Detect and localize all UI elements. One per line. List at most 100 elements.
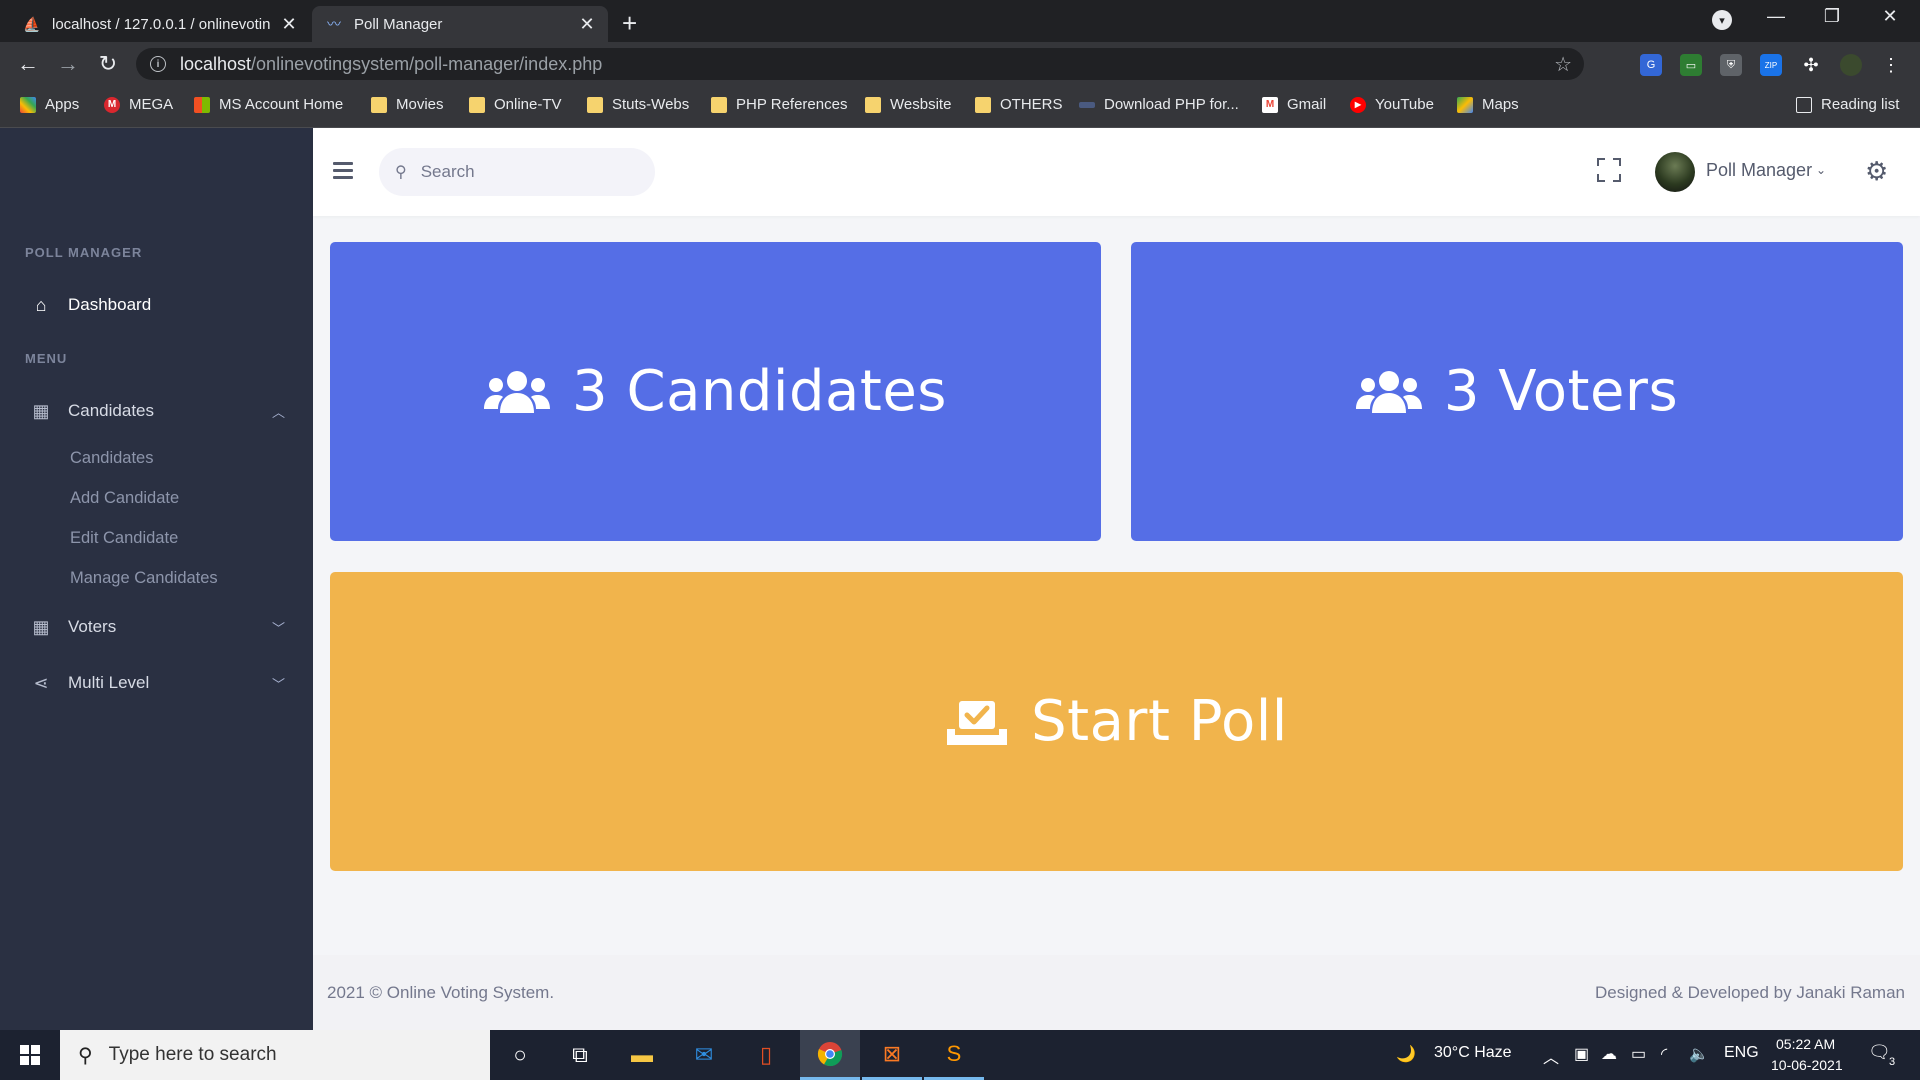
reading-list-button[interactable]: Reading list [1796,96,1899,113]
clock-time[interactable]: 05:22 AM [1776,1036,1835,1052]
bookmark-ms-account[interactable]: MS Account Home [194,96,343,113]
office-icon[interactable]: ▯ [736,1030,796,1080]
bookmark-label: Download PHP for... [1104,96,1239,113]
copyright-text: 2021 © Online Voting System. [327,983,555,1002]
reload-icon[interactable]: ↻ [94,50,122,78]
weather-text[interactable]: 30°C Haze [1434,1044,1512,1062]
language-indicator[interactable]: ENG [1724,1044,1759,1062]
new-tab-icon[interactable]: + [622,8,637,39]
bookmark-maps[interactable]: Maps [1457,96,1519,113]
address-bar[interactable]: i localhost/onlinevotingsystem/poll-mana… [136,48,1584,80]
taskbar-search-box[interactable]: ⚲ Type here to search [60,1030,490,1080]
back-icon[interactable]: ← [14,50,42,78]
extensions-puzzle-icon[interactable]: ✣ [1800,54,1822,76]
restore-icon[interactable]: ❐ [1812,6,1852,27]
chevron-up-icon[interactable]: ︿ [1543,1044,1559,1068]
sublime-text-icon[interactable]: S [924,1030,984,1080]
browser-tab-strip: ⛵ localhost / 127.0.0.1 / onlinevotin ✕ … [0,0,1920,42]
weather-moon-icon: 🌙 [1396,1046,1416,1063]
notifications-icon[interactable]: 🗨 [1868,1042,1891,1063]
bookmark-youtube[interactable]: ▶ YouTube [1350,96,1434,113]
close-tab-icon[interactable]: ✕ [578,14,596,35]
apps-grid-icon [20,96,36,113]
users-icon [1355,370,1422,413]
sidebar-item-label: Voters [68,617,117,636]
submenu-edit-candidate[interactable]: Edit Candidate [70,529,178,548]
chevron-down-icon[interactable]: ⌄ [1816,163,1826,177]
volume-icon[interactable]: 🔈 [1689,1044,1709,1064]
site-favicon-icon: 〰 [327,16,341,32]
close-tab-icon[interactable]: ✕ [280,14,298,35]
sidebar-menu-title: MENU [25,351,68,366]
folder-icon [975,96,991,113]
file-explorer-icon[interactable]: ▬ [612,1030,672,1080]
submenu-manage-candidates[interactable]: Manage Candidates [70,569,218,588]
battery-icon[interactable]: ▭ [1631,1044,1646,1064]
clock-date[interactable]: 10-06-2021 [1771,1057,1843,1073]
sidebar-item-label: Multi Level [68,673,150,692]
bookmark-movies[interactable]: Movies [371,96,444,113]
sidebar-item-dashboard[interactable]: ⌂ Dashboard [30,294,285,316]
bookmark-download-php[interactable]: Download PHP for... [1079,96,1239,113]
vote-box-icon [947,700,1008,745]
close-window-icon[interactable]: ✕ [1870,6,1910,27]
browser-toolbar: ← → ↻ i localhost/onlinevotingsystem/pol… [0,42,1920,86]
avatar[interactable] [1655,152,1695,192]
screen-extension-icon[interactable]: ▭ [1680,54,1702,76]
xampp-icon[interactable]: ⊠ [862,1030,922,1080]
onedrive-icon[interactable]: ☁ [1601,1044,1617,1064]
minimize-icon[interactable]: — [1756,6,1796,27]
sidebar-item-multi-level[interactable]: ⋖ Multi Level ﹀ [30,672,285,694]
site-info-icon[interactable]: i [150,56,166,72]
chrome-menu-icon[interactable]: ⋮ [1880,54,1902,76]
search-icon: ⚲ [395,164,407,181]
taskbar-search-placeholder: Type here to search [108,1044,277,1065]
hamburger-menu-icon[interactable] [333,162,353,179]
browser-tab-poll-manager[interactable]: 〰 Poll Manager ✕ [312,6,608,42]
submenu-add-candidate[interactable]: Add Candidate [70,489,179,508]
shield-extension-icon[interactable]: ⛨ [1720,54,1742,76]
zip-extension-icon[interactable]: ZIP [1760,54,1782,76]
bookmark-php-references[interactable]: PHP References [711,96,847,113]
tab-title: Poll Manager [354,15,443,33]
start-poll-button[interactable]: Start Poll [330,572,1903,871]
browser-tab-phpmyadmin[interactable]: ⛵ localhost / 127.0.0.1 / onlinevotin ✕ [10,6,310,42]
bookmark-label: Movies [396,96,444,113]
notification-count: 3 [1889,1056,1896,1068]
mail-icon[interactable]: ✉ [674,1030,734,1080]
maps-icon [1457,96,1473,113]
bookmark-mega[interactable]: M MEGA [104,96,173,113]
bookmark-label: Online-TV [494,96,562,113]
bookmark-gmail[interactable]: M Gmail [1262,96,1326,113]
bookmark-stuts-webs[interactable]: Stuts-Webs [587,96,689,113]
bookmark-others[interactable]: OTHERS [975,96,1063,113]
profile-avatar-icon[interactable] [1840,54,1862,76]
user-name[interactable]: Poll Manager [1706,160,1812,181]
fullscreen-icon[interactable] [1597,158,1621,182]
home-icon: ⌂ [35,294,47,315]
bookmark-online-tv[interactable]: Online-TV [469,96,562,113]
chevron-down-icon: ﹀ [271,676,285,692]
wifi-icon[interactable]: ◜ [1661,1044,1667,1064]
sidebar-item-candidates[interactable]: ▦ Candidates ︿ [30,400,285,422]
page-header: ⚲ Poll Manager ⌄ ⚙ [313,128,1920,216]
candidates-card[interactable]: 3 Candidates [330,242,1101,541]
meet-now-icon[interactable]: ▣ [1574,1044,1589,1064]
chrome-taskbar-icon[interactable] [800,1030,860,1080]
cortana-icon[interactable]: ○ [490,1030,550,1080]
sidebar-item-voters[interactable]: ▦ Voters ﹀ [30,616,285,638]
voters-card[interactable]: 3 Voters [1131,242,1903,541]
bookmark-website[interactable]: Wesbsite [865,96,951,113]
bookmark-star-icon[interactable]: ☆ [1554,52,1572,77]
translate-extension-icon[interactable]: G [1640,54,1662,76]
forward-icon[interactable]: → [54,50,82,78]
gear-icon[interactable]: ⚙ [1865,156,1888,187]
submenu-candidates[interactable]: Candidates [70,449,153,468]
mega-icon: M [104,96,120,113]
search-input[interactable] [420,162,621,182]
task-view-icon[interactable]: ⧉ [550,1030,610,1080]
bookmark-apps[interactable]: Apps [20,96,79,113]
tab-search-icon[interactable]: ▾ [1712,10,1732,30]
windows-start-icon[interactable] [0,1030,60,1080]
bookmark-label: Wesbsite [890,96,952,113]
